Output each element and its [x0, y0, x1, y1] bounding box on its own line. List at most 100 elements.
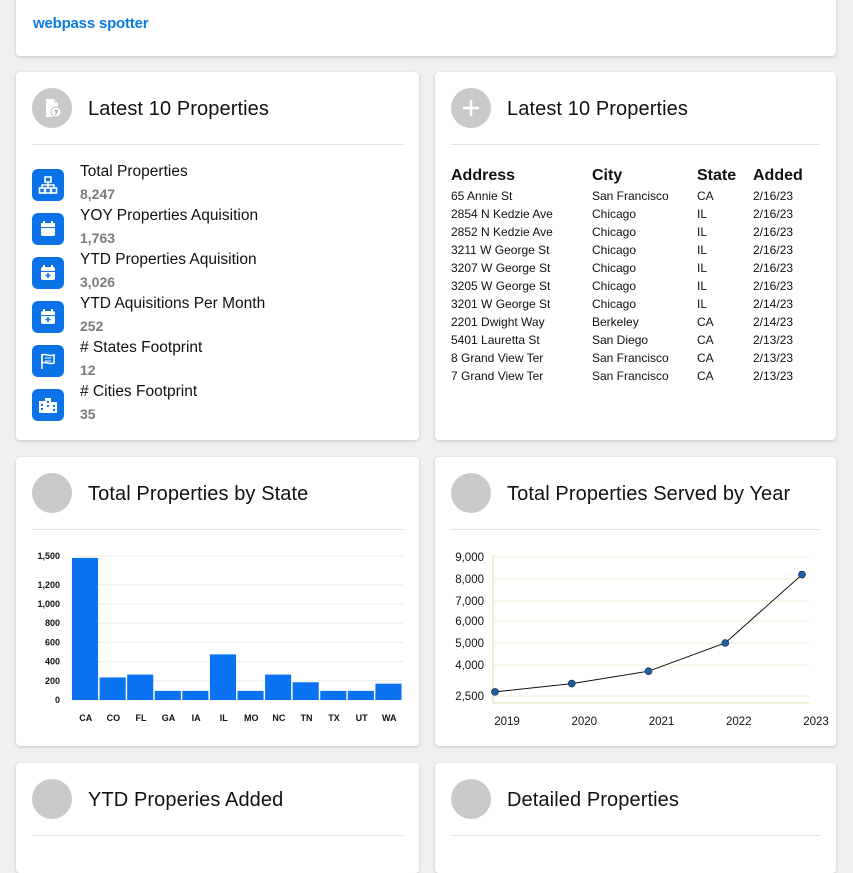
- divider: [32, 529, 403, 530]
- table-row[interactable]: 3211 W George St Chicago IL 2/16/23: [451, 241, 813, 259]
- cell-city: Chicago: [592, 243, 637, 257]
- bar: [209, 654, 236, 700]
- cell-state: CA: [697, 369, 714, 383]
- stat-value: 3,026: [80, 274, 116, 290]
- card-avatar: ?: [32, 88, 72, 128]
- table-row[interactable]: 5401 Lauretta St San Diego CA 2/13/23: [451, 331, 813, 349]
- stat-value: 8,247: [80, 186, 116, 202]
- table-header-row: Address City State Added: [451, 165, 813, 187]
- y-tick-label: 5,000: [455, 638, 484, 650]
- cell-city: San Francisco: [592, 189, 669, 203]
- x-tick-label: UT: [356, 713, 368, 723]
- column-header-state[interactable]: State: [697, 165, 753, 187]
- bar: [237, 690, 264, 700]
- x-tick-label: 2022: [726, 716, 752, 728]
- y-tick-label: 1,500: [37, 551, 60, 561]
- cell-address: 3205 W George St: [451, 279, 551, 293]
- card-avatar: [451, 473, 491, 513]
- plus-icon: [463, 100, 479, 116]
- cell-address: 2201 Dwight Way: [451, 315, 545, 329]
- divider: [32, 835, 403, 836]
- state-bar-chart: 0 200 400 600 800 1,000 1,200 1,500 CA CO FL GA IA IL…: [37, 551, 403, 723]
- x-tick-label: NC: [272, 713, 285, 723]
- document-question-icon: ?: [46, 99, 62, 118]
- column-header-added[interactable]: Added: [753, 165, 813, 187]
- x-tick-label: TX: [328, 713, 340, 723]
- stat-value: 1,763: [80, 230, 116, 246]
- card-avatar: [32, 779, 72, 819]
- column-header-city[interactable]: City: [592, 165, 697, 187]
- data-point: [491, 688, 499, 696]
- app-header: webpass spotter: [16, 0, 836, 56]
- divider: [451, 835, 820, 836]
- stat-value: 252: [80, 318, 104, 334]
- cell-city: San Francisco: [592, 369, 669, 383]
- y-tick-label: 1,200: [37, 580, 60, 590]
- svg-text:?: ?: [54, 110, 58, 117]
- table-row[interactable]: 3207 W George St Chicago IL 2/16/23: [451, 259, 813, 277]
- bar: [320, 690, 347, 700]
- cell-added: 2/13/23: [753, 333, 794, 347]
- cell-state: CA: [697, 189, 714, 203]
- cell-state: IL: [697, 207, 708, 221]
- cell-added: 2/16/23: [753, 261, 794, 275]
- detailed-card: Detailed Properties: [435, 763, 836, 873]
- x-tick-label: FL: [135, 713, 146, 723]
- table-row[interactable]: 65 Annie St San Francisco CA 2/16/23: [451, 187, 813, 205]
- bar: [182, 690, 209, 700]
- table-row[interactable]: 3201 W George St Chicago IL 2/14/23: [451, 295, 813, 313]
- table-row[interactable]: 8 Grand View Ter San Francisco CA 2/13/23: [451, 349, 813, 367]
- x-tick-label: 2023: [803, 716, 829, 728]
- x-tick-label: 2021: [649, 716, 675, 728]
- latest-properties-table: Address City State Added 65 Annie St San …: [451, 165, 813, 385]
- card-avatar: [451, 779, 491, 819]
- bar: [127, 674, 154, 700]
- data-point: [567, 679, 576, 688]
- network-icon: [32, 169, 64, 201]
- cell-state: IL: [697, 225, 708, 239]
- cell-address: 65 Annie St: [451, 189, 513, 203]
- cell-city: Chicago: [592, 207, 637, 221]
- brand-logo[interactable]: webpass spotter: [33, 15, 149, 32]
- bar: [265, 674, 292, 700]
- buildings-icon: [32, 389, 64, 421]
- column-header-address[interactable]: Address: [451, 165, 592, 187]
- cell-address: 2854 N Kedzie Ave: [451, 207, 553, 221]
- y-tick-label: 600: [45, 637, 60, 647]
- stat-label: # States Footprint: [80, 339, 203, 356]
- cell-added: 2/14/23: [753, 297, 794, 311]
- data-point: [644, 667, 653, 675]
- x-tick-label: 2019: [494, 716, 520, 728]
- y-tick-label: 7,000: [455, 596, 484, 608]
- cell-city: Berkeley: [592, 315, 639, 329]
- x-tick-label: TN: [300, 713, 312, 723]
- flag-icon: [32, 345, 64, 377]
- cell-state: CA: [697, 333, 714, 347]
- latest-properties-card: Latest 10 Properties Address City State …: [435, 72, 836, 440]
- divider: [32, 144, 403, 145]
- bar: [375, 683, 402, 700]
- bar: [99, 677, 126, 700]
- x-tick-label: CO: [107, 713, 121, 723]
- y-tick-label: 200: [45, 676, 60, 686]
- table-row[interactable]: 7 Grand View Ter San Francisco CA 2/13/23: [451, 367, 813, 385]
- x-tick-label: MO: [244, 713, 259, 723]
- y-tick-label: 2,500: [455, 691, 484, 703]
- table-row[interactable]: 3205 W George St Chicago IL 2/16/23: [451, 277, 813, 295]
- cell-added: 2/13/23: [753, 369, 794, 383]
- table-row[interactable]: 2852 N Kedzie Ave Chicago IL 2/16/23: [451, 223, 813, 241]
- table-row[interactable]: 2201 Dwight Way Berkeley CA 2/14/23: [451, 313, 813, 331]
- cell-added: 2/16/23: [753, 207, 794, 221]
- data-point: [798, 570, 806, 579]
- year-chart-card: Total Properties Served by Year 2,500 4,0…: [435, 457, 836, 746]
- y-tick-label: 0: [55, 695, 60, 705]
- stat-label: YOY Properties Aquisition: [80, 207, 259, 224]
- cell-state: CA: [697, 315, 714, 329]
- stat-label: # Cities Footprint: [80, 383, 198, 400]
- cell-state: IL: [697, 297, 708, 311]
- bar: [154, 690, 181, 700]
- table-row[interactable]: 2854 N Kedzie Ave Chicago IL 2/16/23: [451, 205, 813, 223]
- cell-state: IL: [697, 261, 708, 275]
- y-tick-label: 800: [45, 618, 60, 628]
- cell-address: 7 Grand View Ter: [451, 369, 544, 383]
